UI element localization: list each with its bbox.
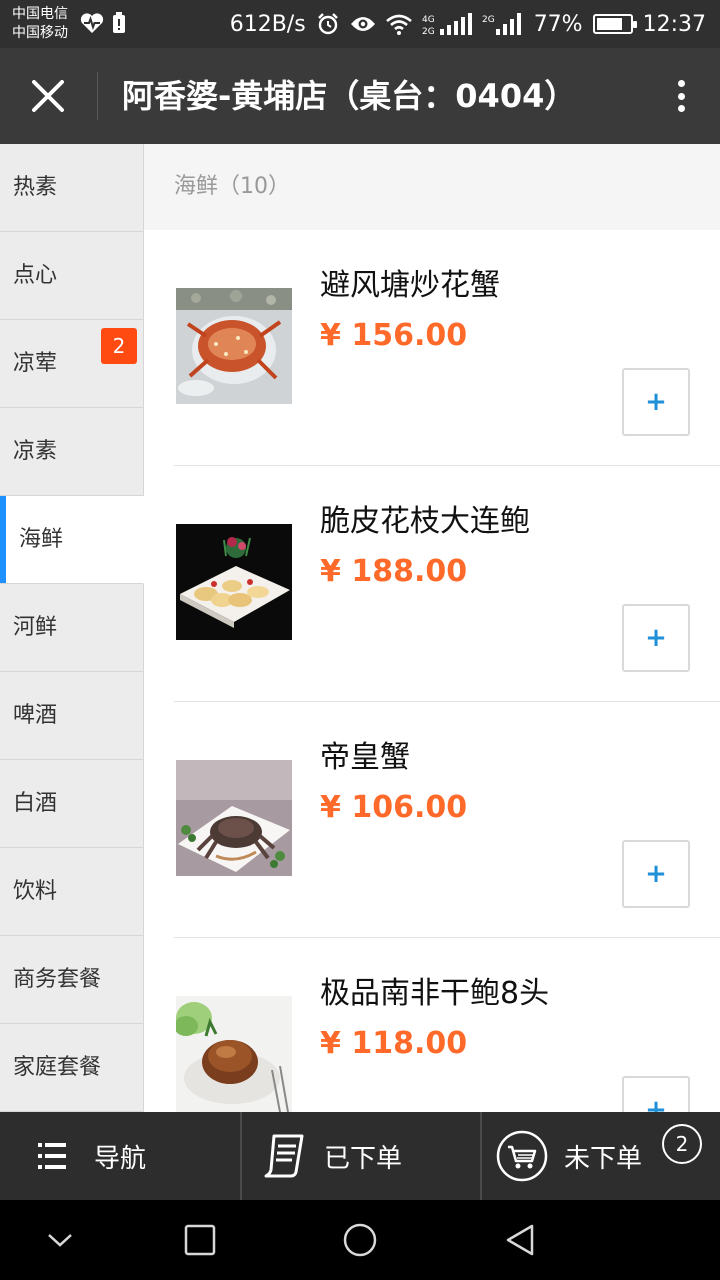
sidebar-item-hot-veg[interactable]: 热素	[0, 144, 144, 232]
dish-item: 避风塘炒花蟹 ¥ 156.00 +	[174, 230, 720, 466]
dish-list[interactable]: 海鲜（10） 避风塘炒花蟹 ¥ 156.00 + 脆皮花枝大连鲍 ¥ 188.0…	[144, 144, 720, 1112]
add-to-cart-button[interactable]: +	[622, 840, 690, 908]
cart-label: 未下单	[564, 1143, 643, 1174]
menu-list-icon	[38, 1141, 66, 1171]
close-button[interactable]	[22, 70, 74, 122]
sim-alert-icon	[112, 12, 126, 38]
section-header: 海鲜（10）	[144, 144, 720, 230]
sidebar-item-river-fish[interactable]: 河鲜	[0, 584, 144, 672]
dish-photo[interactable]	[176, 996, 292, 1112]
sidebar-item-label: 凉素	[13, 439, 58, 464]
sidebar-item-cold-veg[interactable]: 凉素	[0, 408, 144, 496]
signal-2g-icon: 2G	[482, 12, 524, 36]
carrier-1: 中国电信	[12, 6, 68, 22]
dish-item: 脆皮花枝大连鲍 ¥ 188.00 +	[174, 466, 720, 702]
sidebar-item-business-set[interactable]: 商务套餐	[0, 936, 144, 1024]
category-sidebar: 热素 点心 凉荤 2 凉素 海鲜 河鲜 啤酒 白酒 饮料 商务套餐 家庭套餐	[0, 144, 144, 1112]
sidebar-item-label: 饮料	[13, 879, 58, 904]
back-button[interactable]	[500, 1220, 540, 1260]
sidebar-item-label: 家庭套餐	[13, 1055, 102, 1080]
dish-price: ¥ 156.00	[320, 318, 468, 353]
circle-icon	[343, 1223, 377, 1257]
battery-level	[596, 18, 622, 30]
sidebar-item-label: 白酒	[13, 791, 58, 816]
chevron-down-icon	[48, 1234, 72, 1247]
sidebar-item-liquor[interactable]: 白酒	[0, 760, 144, 848]
sidebar-item-label: 凉荤	[13, 351, 58, 376]
sidebar-item-cold-meat[interactable]: 凉荤 2	[0, 320, 144, 408]
dish-name: 脆皮花枝大连鲍	[320, 504, 530, 539]
nav-button[interactable]: 导航	[0, 1112, 240, 1200]
sidebar-item-drinks[interactable]: 饮料	[0, 848, 144, 936]
carrier-info: 中国电信 中国移动	[12, 5, 68, 43]
battery-icon	[592, 14, 637, 34]
alarm-icon	[316, 12, 340, 36]
svg-text:4G: 4G	[422, 15, 435, 25]
square-icon	[184, 1224, 216, 1256]
dish-name: 极品南非干鲍8头	[320, 976, 550, 1011]
clock: 12:37	[642, 11, 706, 37]
cart-count-badge: 2	[662, 1124, 702, 1164]
sidebar-item-label: 啤酒	[13, 703, 58, 728]
carrier-2: 中国移动	[12, 25, 68, 41]
dish-item: 帝皇蟹 ¥ 106.00 +	[174, 702, 720, 938]
eye-icon	[350, 14, 376, 34]
heart-rate-icon	[80, 12, 104, 38]
more-dot-icon	[677, 105, 685, 112]
add-to-cart-button[interactable]: +	[622, 368, 690, 436]
close-icon	[32, 80, 64, 112]
title-divider	[97, 72, 98, 120]
page-title: 阿香婆-黄埔店（桌台：0404）	[122, 77, 577, 115]
cart-button[interactable]: 未下单 2	[480, 1112, 720, 1200]
system-nav-bar	[0, 1200, 720, 1280]
battery-percent: 77%	[533, 11, 583, 37]
svg-text:2G: 2G	[422, 27, 435, 36]
dish-photo[interactable]	[176, 760, 292, 876]
sidebar-item-label: 海鲜	[19, 527, 64, 552]
cart-icon	[496, 1130, 548, 1182]
add-to-cart-button[interactable]: +	[622, 604, 690, 672]
dish-price: ¥ 188.00	[320, 554, 468, 589]
more-dot-icon	[677, 80, 685, 87]
sidebar-item-family-set[interactable]: 家庭套餐	[0, 1024, 144, 1112]
more-dot-icon	[677, 92, 685, 100]
add-to-cart-button[interactable]: +	[622, 1076, 690, 1112]
dish-price: ¥ 106.00	[320, 790, 468, 825]
sidebar-item-dim-sum[interactable]: 点心	[0, 232, 144, 320]
ordered-button[interactable]: 已下单	[240, 1112, 480, 1200]
receipt-icon	[262, 1134, 306, 1178]
recents-button[interactable]	[180, 1220, 220, 1260]
net-speed: 612B/s	[229, 11, 306, 37]
home-button[interactable]	[340, 1220, 380, 1260]
dish-photo[interactable]	[176, 288, 292, 404]
dish-price: ¥ 118.00	[320, 1026, 468, 1061]
sidebar-item-label: 河鲜	[13, 615, 58, 640]
wifi-icon	[385, 13, 412, 35]
sidebar-item-beer[interactable]: 啤酒	[0, 672, 144, 760]
ordered-label: 已下单	[324, 1143, 403, 1174]
collapse-button[interactable]	[40, 1220, 80, 1260]
dish-item: 极品南非干鲍8头 ¥ 118.00 +	[174, 938, 720, 1112]
dish-photo[interactable]	[176, 524, 292, 640]
sidebar-item-seafood[interactable]: 海鲜	[0, 496, 144, 584]
svg-text:2G: 2G	[482, 15, 495, 25]
bottom-nav: 导航 已下单 未下单 2	[0, 1112, 720, 1200]
title-bar: 阿香婆-黄埔店（桌台：0404）	[0, 48, 720, 144]
signal-4g-icon: 4G 2G	[422, 12, 472, 36]
count-badge: 2	[101, 328, 137, 364]
sidebar-item-label: 商务套餐	[13, 967, 102, 992]
back-triangle-icon	[506, 1224, 534, 1256]
sidebar-item-label: 点心	[13, 263, 58, 288]
dish-name: 帝皇蟹	[320, 740, 410, 775]
sidebar-item-label: 热素	[13, 175, 58, 200]
more-menu-button[interactable]	[666, 74, 696, 118]
nav-label: 导航	[94, 1143, 147, 1174]
dish-name: 避风塘炒花蟹	[320, 268, 500, 303]
status-bar: 中国电信 中国移动 612B/s 4G 2G 2G 77% 12:37	[0, 0, 720, 48]
